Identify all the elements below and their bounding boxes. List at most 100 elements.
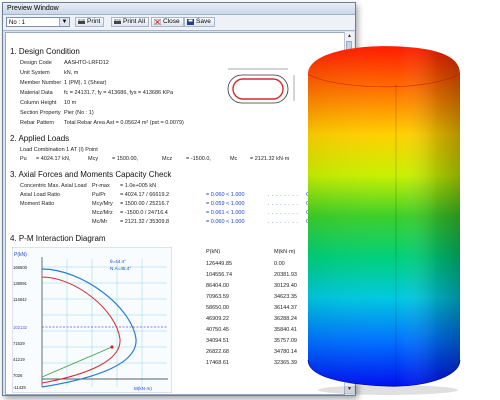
x-axis-label: M(kN·m) — [134, 386, 152, 391]
save-button[interactable]: Save — [184, 17, 215, 27]
capacity-row-dots: . . . . . . . . — [268, 210, 299, 216]
capacity-row-symbol: Mcz/Mrz — [92, 210, 113, 216]
pm-table-m-cell: 36144.37 — [274, 305, 297, 311]
pm-table-p-cell: 86404.00 — [206, 283, 229, 289]
pm-table-m-cell: 35840.41 — [274, 327, 297, 333]
capacity-row-symbol: Pr-max — [92, 183, 110, 189]
y-tick-label: 166600 — [13, 265, 28, 270]
y-tick-label: 138991 — [13, 281, 28, 286]
y-tick-label: 71629 — [13, 341, 25, 346]
save-icon — [187, 19, 194, 25]
pm-table-m-cell: 35757.09 — [274, 338, 297, 344]
y-axis-label: P(kN) — [14, 252, 27, 258]
rebar-pattern-value: Total Rebar Area Ast = 0.05624 m² (pst =… — [64, 120, 184, 126]
member-selector-value: No : 1 — [9, 20, 26, 26]
pm-table-header-p: P(kN) — [206, 249, 221, 255]
pm-table-p-cell: 58650.00 — [206, 305, 229, 311]
printer-all-icon — [114, 19, 121, 24]
y-tick-label: 114842 — [13, 297, 27, 302]
close-label: Close — [163, 18, 180, 25]
mc-value: = 2121.32 kN·m — [250, 156, 290, 162]
diagram-legend-na: N.A=45.4° — [110, 266, 131, 271]
capacity-row-check: = 0.059 < 1.000 — [206, 201, 245, 207]
design-code-label: Design Code — [20, 60, 52, 66]
mc-label: Mc — [230, 156, 238, 162]
pu-value: = 4024.17 kN, — [36, 156, 71, 162]
y-tick-label: 102132 — [13, 325, 28, 330]
column-height-label: Column Height — [20, 100, 57, 106]
capacity-row-check: = 0.060 < 1.000 — [206, 219, 245, 225]
pm-table-p-cell: 104556.74 — [206, 272, 232, 278]
close-button[interactable]: Close — [151, 17, 184, 27]
pm-table-header-m: M(kN·m) — [274, 249, 296, 255]
member-selector[interactable]: No : 1 ▼ — [6, 17, 70, 27]
section-property-value: Pier (No : 1) — [64, 110, 94, 116]
report-page: 1. Design Condition Design Code AASHTO-L… — [5, 32, 345, 395]
pier-section-sketch — [227, 68, 295, 104]
chevron-down-icon[interactable]: ▼ — [59, 18, 69, 26]
load-combination: Load Combination 1 AT (I) Point — [20, 147, 98, 153]
diagram-legend-theta: θ=44.4° — [110, 259, 126, 264]
pm-table-m-cell: 20381.93 — [274, 272, 297, 278]
print-button[interactable]: Print — [75, 17, 105, 27]
section-heading-capacity-check: 3. Axial Forces and Moments Capacity Che… — [10, 170, 172, 179]
design-code-value: AASHTO-LRFD12 — [64, 60, 109, 66]
print-label: Print — [87, 18, 101, 25]
material-data-label: Material Data — [20, 90, 53, 96]
mcy-value: = 1500.00, — [112, 156, 139, 162]
pm-table-m-cell: 0.00 — [274, 261, 285, 267]
window-title: Preview Window — [3, 3, 355, 15]
capacity-row-label: Axial Load Ratio — [20, 192, 61, 198]
y-tick-label: 41219 — [13, 357, 25, 362]
section-heading-design-condition: 1. Design Condition — [10, 47, 80, 56]
capacity-row-check: = 0.061 < 1.000 — [206, 210, 245, 216]
pm-table-p-cell: 126449.85 — [206, 261, 232, 267]
pm-table-m-cell: 32365.39 — [274, 360, 297, 366]
y-tick-label: -11429 — [13, 385, 26, 390]
pm-table-m-cell: 30129.40 — [274, 283, 297, 289]
capacity-row-expression: = 1.0e+005 kN — [120, 183, 157, 189]
capacity-row-symbol: Mcy/Mry — [92, 201, 113, 207]
unit-system-value: kN, m — [64, 70, 79, 76]
capacity-row-dots: . . . . . . . . — [268, 219, 299, 225]
pm-table-m-cell: 34623.35 — [274, 294, 297, 300]
capacity-row-expression: = 2121.32 / 35309.8 — [120, 219, 170, 225]
member-number-value: 1 (PM), 1 (Shear) — [64, 80, 107, 86]
save-label: Save — [196, 18, 211, 25]
toolbar: No : 1 ▼ Print Print All Close Save — [3, 15, 355, 31]
close-icon — [154, 19, 161, 25]
capacity-row-symbol: Pu/Pr — [92, 192, 106, 198]
pm-table-p-cell: 34094.51 — [206, 338, 229, 344]
member-number-label: Member Number — [20, 80, 62, 86]
rebar-pattern-label: Rebar Pattern — [20, 120, 55, 126]
capacity-row-expression: = -1500.0 / 24716.4 — [120, 210, 168, 216]
pm-table-p-cell: 26822.68 — [206, 349, 229, 355]
pm-interaction-diagram: P(kN) 166600 138991 114842 102132 71629 … — [12, 247, 172, 393]
column-height-value: 10 m — [64, 100, 77, 106]
pm-table-p-cell: 70963.59 — [206, 294, 229, 300]
mcz-label: Mcz — [162, 156, 173, 162]
section-property-label: Section Property — [20, 110, 61, 116]
capacity-row-dots: . . . . . . . . — [268, 192, 299, 198]
capacity-row-check: = 0.060 < 1.000 — [206, 192, 245, 198]
section-heading-pm-diagram: 4. P-M Interaction Diagram — [10, 234, 106, 243]
pm-table-m-cell: 34780.14 — [274, 349, 297, 355]
mcy-label: Mcy — [88, 156, 99, 162]
y-tick-label: 7026 — [13, 373, 23, 378]
mcz-value: = -1500.0, — [186, 156, 211, 162]
material-data-value: fc = 24131.7, fy = 413686, fys = 413686 … — [64, 90, 174, 96]
pm-table-p-cell: 17468.61 — [206, 360, 229, 366]
pu-label: Pu — [20, 156, 27, 162]
print-all-label: Print All — [123, 18, 146, 25]
capacity-row-symbol: Mc/Mr — [92, 219, 108, 225]
capacity-row-expression: = 4024.17 / 66619.2 — [120, 192, 170, 198]
print-all-button[interactable]: Print All — [111, 17, 150, 27]
pm-table-m-cell: 36288.24 — [274, 316, 297, 322]
pm-table-p-cell: 40750.45 — [206, 327, 229, 333]
scroll-up-arrow-icon[interactable]: ▲ — [345, 32, 354, 40]
capacity-row-expression: = 1500.00 / 25216.7 — [120, 201, 170, 207]
pm-table-p-cell: 46909.22 — [206, 316, 229, 322]
unit-system-label: Unit System — [20, 70, 50, 76]
pier-3d-contour-render — [307, 46, 461, 395]
section-heading-applied-loads: 2. Applied Loads — [10, 134, 70, 143]
